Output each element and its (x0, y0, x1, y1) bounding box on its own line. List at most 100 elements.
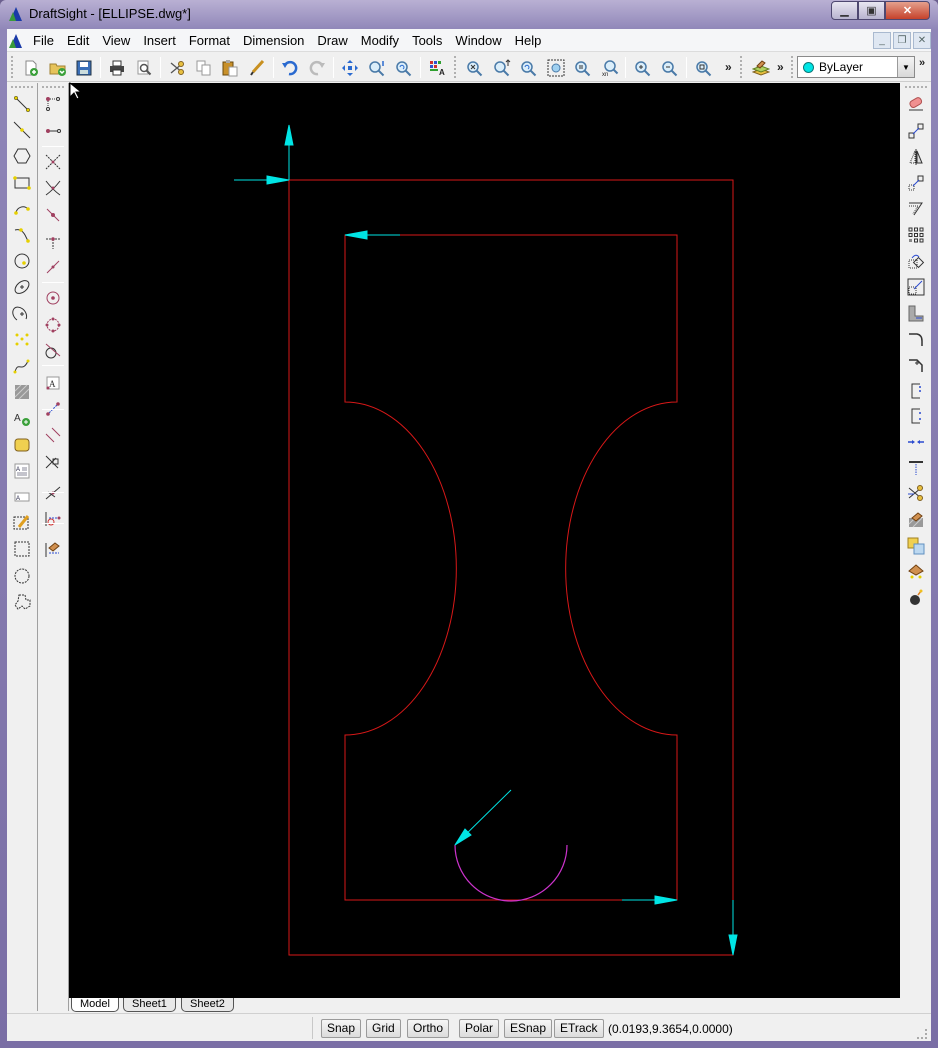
toolbar-grip[interactable] (11, 56, 13, 78)
toolbar-grip[interactable] (740, 56, 742, 78)
snap-parallel-button[interactable] (41, 423, 65, 447)
menu-help[interactable]: Help (515, 33, 542, 48)
zoom-out-button[interactable] (659, 57, 681, 79)
polygon-button[interactable] (10, 144, 34, 168)
menu-draw[interactable]: Draw (317, 33, 347, 48)
layer-toolbar-overflow-button[interactable]: » (777, 60, 784, 74)
etrack-toggle[interactable]: ETrack (554, 1019, 604, 1038)
combo-toolbar-overflow-button[interactable]: » (919, 57, 925, 69)
toolbar-grip[interactable] (791, 56, 793, 78)
erase-button[interactable] (904, 92, 928, 116)
open-button[interactable] (47, 57, 69, 79)
window-minimize-button[interactable]: ▁ (831, 1, 858, 20)
move-button[interactable] (904, 171, 928, 195)
color-combo[interactable]: ByLayer ▼ (797, 56, 915, 78)
circular-boundary-button[interactable] (10, 564, 34, 588)
snap-intersection-button[interactable] (41, 150, 65, 174)
ellipse-arc-button[interactable] (10, 302, 34, 326)
freehand-sketch-button[interactable] (10, 511, 34, 535)
resize-grip[interactable] (917, 1029, 927, 1039)
menu-modify[interactable]: Modify (361, 33, 399, 48)
window-maximize-button[interactable]: ▣ (858, 1, 885, 20)
tab-sheet1[interactable]: Sheet1 (123, 998, 176, 1012)
rectangular-boundary-button[interactable] (10, 537, 34, 561)
undo-button[interactable] (279, 57, 301, 79)
zoom-dynamic-button[interactable] (491, 57, 513, 79)
menu-window[interactable]: Window (455, 33, 501, 48)
add-attribute-button[interactable]: A (10, 406, 34, 430)
doc-minimize-button[interactable]: _ (873, 32, 891, 49)
edit-block-button[interactable] (904, 560, 928, 584)
pattern-button[interactable] (904, 223, 928, 247)
rotate-button[interactable] (904, 250, 928, 274)
hatch-edit-button[interactable] (904, 508, 928, 532)
hatch-button[interactable] (10, 380, 34, 404)
zoom-realtime-button[interactable] (366, 57, 388, 79)
infinite-line-button[interactable] (10, 118, 34, 142)
zoom-window-button[interactable] (545, 57, 567, 79)
rectangle-button[interactable] (10, 171, 34, 195)
multiline-text-button[interactable]: A (10, 459, 34, 483)
menu-file[interactable]: File (33, 33, 54, 48)
grid-toggle[interactable]: Grid (366, 1019, 401, 1038)
menu-format[interactable]: Format (189, 33, 230, 48)
format-painter-button[interactable] (246, 57, 268, 79)
color-combo-dropdown-button[interactable]: ▼ (897, 57, 914, 77)
tab-model[interactable]: Model (71, 998, 119, 1012)
snap-tangent-button[interactable] (41, 339, 65, 363)
layer-manager-button[interactable]: A (426, 57, 448, 79)
zoom-previous-button[interactable] (393, 57, 415, 79)
zoom-bounds-button[interactable] (572, 57, 594, 79)
toolbar-grip[interactable] (905, 86, 927, 88)
snap-clear-button[interactable] (41, 507, 65, 531)
doc-restore-button[interactable]: ❐ (893, 32, 911, 49)
doc-close-button[interactable]: ✕ (913, 32, 931, 49)
toolbar-grip[interactable] (454, 56, 456, 78)
snap-toggle[interactable]: Snap (321, 1019, 362, 1038)
menu-tools[interactable]: Tools (412, 33, 442, 48)
display-order-button[interactable] (904, 534, 928, 558)
save-button[interactable] (73, 57, 95, 79)
zoom-fit-button[interactable] (464, 57, 486, 79)
circle-button[interactable] (10, 249, 34, 273)
point-button[interactable] (10, 328, 34, 352)
polyline-arc-button[interactable] (10, 223, 34, 247)
mirror-button[interactable] (904, 145, 928, 169)
redo-button[interactable] (306, 57, 328, 79)
zoom-in-button[interactable] (632, 57, 654, 79)
zoom-history-button[interactable] (693, 57, 715, 79)
polar-toggle[interactable]: Polar (459, 1019, 500, 1038)
chamfer-button[interactable] (904, 353, 928, 377)
explode-button[interactable] (904, 586, 928, 610)
snap-extension-button[interactable] (41, 255, 65, 279)
toolbar-grip[interactable] (42, 86, 64, 88)
lengthen-button[interactable] (904, 379, 928, 403)
scale-button[interactable] (904, 275, 928, 299)
menu-insert[interactable]: Insert (143, 33, 176, 48)
print-button[interactable] (106, 57, 128, 79)
ortho-toggle[interactable]: Ortho (407, 1019, 450, 1038)
snap-quadrant-button[interactable] (41, 313, 65, 337)
snap-endpoint-button[interactable] (41, 92, 65, 116)
snap-apparent-intersection-button[interactable] (41, 176, 65, 200)
zoom-previous2-button[interactable] (518, 57, 540, 79)
zoom-factor-button[interactable]: xn (599, 57, 621, 79)
snap-center-button[interactable] (41, 286, 65, 310)
ellipse-arc[interactable] (454, 844, 568, 902)
offset-button[interactable] (904, 197, 928, 221)
toolbar-grip[interactable] (11, 86, 33, 88)
fillet-button[interactable] (904, 327, 928, 351)
stretch-button[interactable] (904, 301, 928, 325)
copy-button[interactable] (193, 57, 215, 79)
layer-state-button[interactable] (750, 57, 772, 79)
snap-perpendicular-button[interactable] (41, 229, 65, 253)
snap-extension2-button[interactable] (41, 481, 65, 505)
new-button[interactable] (20, 57, 42, 79)
print-preview-button[interactable] (133, 57, 155, 79)
line-button[interactable] (10, 92, 34, 116)
snap-nearest-button[interactable] (41, 203, 65, 227)
tab-sheet2[interactable]: Sheet2 (181, 998, 234, 1012)
arc-button[interactable] (10, 197, 34, 221)
weld-button[interactable] (904, 430, 928, 454)
simple-text-button[interactable]: A (10, 485, 34, 509)
